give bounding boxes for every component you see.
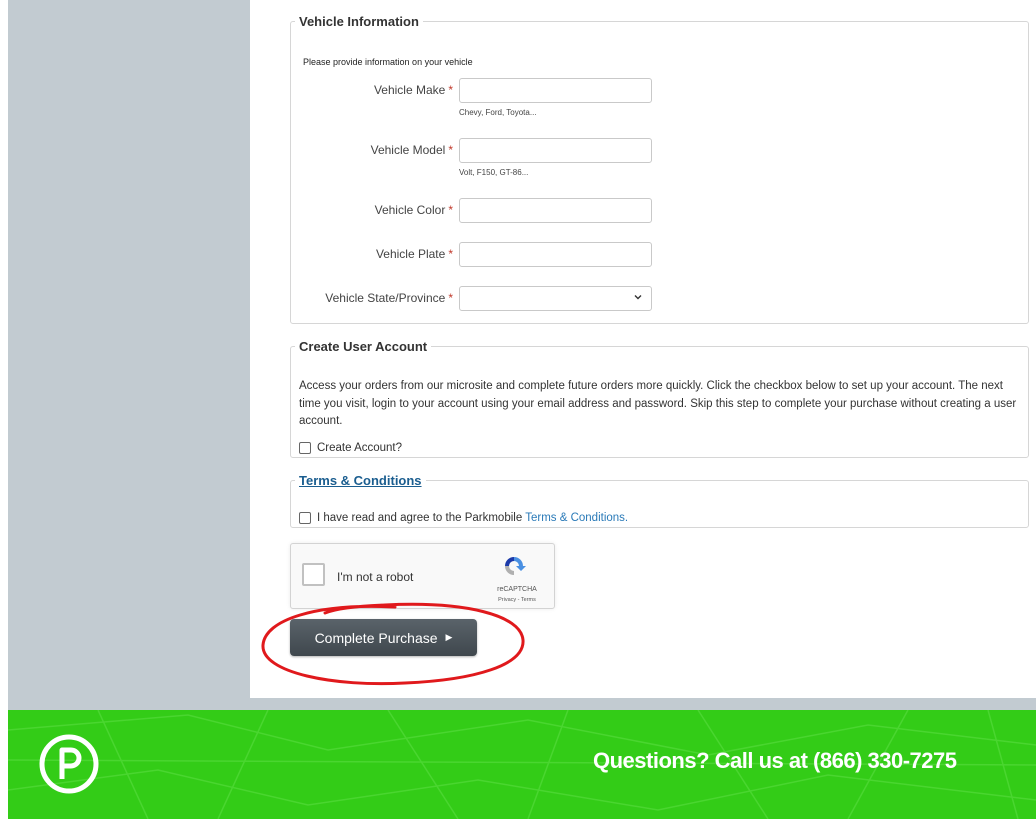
chevron-down-icon	[633, 292, 643, 305]
terms-section: Terms & Conditions I have read and agree…	[290, 473, 1029, 528]
required-marker: *	[448, 83, 453, 97]
create-account-checkbox[interactable]	[299, 442, 311, 454]
terms-section-title[interactable]: Terms & Conditions	[295, 473, 426, 488]
terms-agree-checkbox[interactable]	[299, 512, 311, 524]
footer-banner: Questions? Call us at (866) 330-7275	[8, 710, 1036, 819]
play-arrow-icon: ▶	[445, 632, 453, 642]
required-marker: *	[448, 291, 453, 305]
vehicle-model-label: Vehicle Model *	[370, 143, 453, 157]
recaptcha-checkbox[interactable]	[302, 563, 325, 586]
complete-purchase-label: Complete Purchase	[314, 629, 438, 646]
vehicle-make-input[interactable]	[459, 78, 652, 103]
vehicle-make-label: Vehicle Make *	[373, 83, 453, 97]
vehicle-information-section: Vehicle Information Please provide infor…	[290, 14, 1029, 324]
vehicle-color-label: Vehicle Color *	[374, 203, 453, 217]
required-marker: *	[448, 247, 453, 261]
vehicle-plate-input[interactable]	[459, 242, 652, 267]
terms-agree-label: I have read and agree to the Parkmobile	[317, 512, 523, 524]
content-bottom-gap	[8, 698, 1036, 710]
terms-agree-row[interactable]: I have read and agree to the Parkmobile …	[299, 512, 628, 524]
complete-purchase-button[interactable]: Complete Purchase ▶	[290, 619, 477, 656]
account-description: Access your orders from our microsite an…	[299, 380, 1017, 427]
recaptcha-privacy-links[interactable]: Privacy - Terms	[487, 597, 547, 603]
vehicle-plate-label: Vehicle Plate *	[375, 247, 453, 261]
vehicle-model-hint: Volt, F150, GT-86...	[459, 168, 529, 177]
vehicle-state-label: Vehicle State/Province *	[325, 291, 453, 305]
vehicle-model-input[interactable]	[459, 138, 652, 163]
page-edge	[0, 0, 8, 819]
terms-link[interactable]: Terms & Conditions.	[525, 512, 628, 524]
left-sidebar	[8, 0, 250, 698]
required-marker: *	[448, 203, 453, 217]
create-account-section: Create User Account Access your orders f…	[290, 339, 1029, 458]
vehicle-make-hint: Chevy, Ford, Toyota...	[459, 108, 537, 117]
vehicle-intro-text: Please provide information on your vehic…	[303, 57, 473, 67]
create-account-label: Create Account?	[317, 442, 403, 454]
parkmobile-logo-icon	[39, 734, 99, 794]
recaptcha-label: I'm not a robot	[337, 570, 414, 584]
recaptcha-logo-icon	[499, 554, 529, 578]
vehicle-color-input[interactable]	[459, 198, 652, 223]
recaptcha-brand: reCAPTCHA	[497, 586, 537, 593]
required-marker: *	[448, 143, 453, 157]
support-phone-text[interactable]: Questions? Call us at (866) 330-7275	[593, 748, 957, 774]
recaptcha-widget: I'm not a robot reCAPTCHA Privacy - Term…	[290, 543, 555, 609]
account-section-title: Create User Account	[299, 339, 428, 354]
vehicle-state-select[interactable]	[459, 286, 652, 311]
vehicle-section-title: Vehicle Information	[299, 14, 419, 29]
create-account-row[interactable]: Create Account?	[299, 442, 402, 454]
